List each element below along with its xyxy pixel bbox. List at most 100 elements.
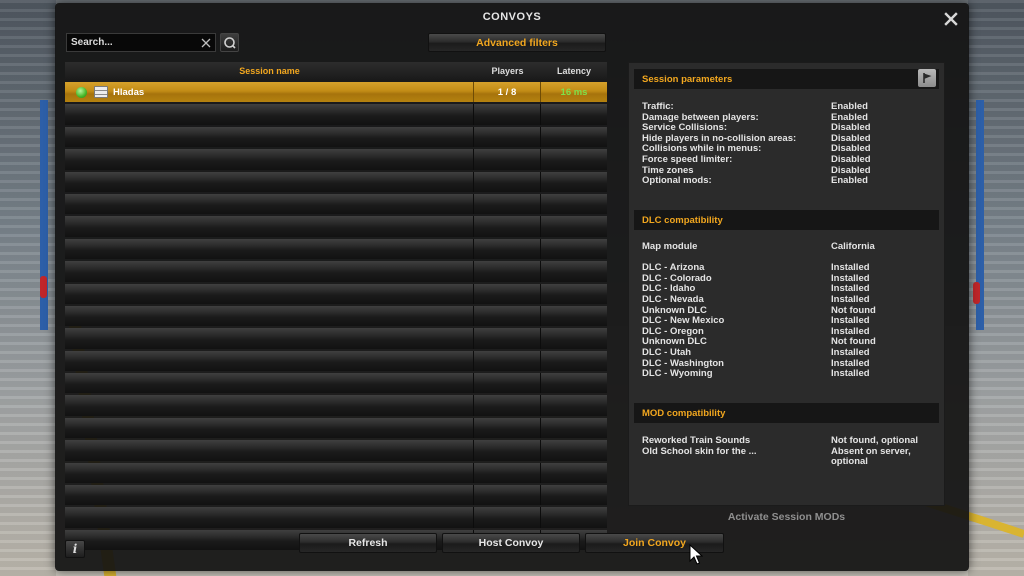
search-field[interactable] xyxy=(66,33,216,52)
report-button[interactable] xyxy=(918,69,936,87)
table-cell xyxy=(65,462,474,484)
table-cell xyxy=(541,328,607,348)
table-cell xyxy=(474,149,541,170)
status-online-icon xyxy=(76,86,87,98)
dlc-row-value: Installed xyxy=(831,293,870,305)
table-cell xyxy=(65,440,474,461)
table-cell xyxy=(541,239,607,259)
refresh-button[interactable]: Refresh xyxy=(299,533,437,553)
table-cell xyxy=(474,305,541,327)
table-cell xyxy=(541,149,607,169)
table-cell xyxy=(474,216,541,237)
table-cell xyxy=(65,350,474,372)
map-module-label: Map module xyxy=(642,241,698,252)
parameter-row: Traffic: Enabled xyxy=(642,101,937,113)
dialog-title: CONVOYS xyxy=(482,11,542,23)
table-cell xyxy=(541,284,607,304)
sessions-table: Hladas 1 / 8 16 ms xyxy=(65,82,607,552)
column-header-players[interactable]: Players xyxy=(474,62,541,80)
dlc-compatibility-list: Map module California DLC - Arizona Insta… xyxy=(642,241,937,380)
clear-icon[interactable] xyxy=(200,37,212,49)
table-cell xyxy=(65,104,474,125)
sessions-table-header: Session name Players Latency xyxy=(65,62,607,80)
table-cell xyxy=(541,395,607,415)
join-convoy-button[interactable]: Join Convoy xyxy=(585,533,724,553)
activate-session-mods-button[interactable]: Activate Session MODs xyxy=(628,511,945,523)
table-row-selected[interactable]: Hladas 1 / 8 16 ms xyxy=(65,82,607,103)
table-cell xyxy=(541,172,607,192)
table-cell xyxy=(474,507,541,528)
table-cell xyxy=(65,283,474,304)
column-header-session-name[interactable]: Session name xyxy=(65,62,474,80)
parameter-row-label: Traffic: xyxy=(642,101,674,112)
table-cell xyxy=(541,194,607,214)
table-cell xyxy=(65,238,474,260)
mod-row-value: Not found, optional xyxy=(831,435,919,446)
server-icon xyxy=(94,86,108,99)
dlc-row-label: DLC - Utah xyxy=(642,346,692,358)
dlc-row-value: Installed xyxy=(831,346,870,358)
table-cell xyxy=(541,418,607,438)
table-row-empty xyxy=(65,126,607,148)
host-convoy-button[interactable]: Host Convoy xyxy=(442,533,580,553)
column-header-latency[interactable]: Latency xyxy=(541,62,607,80)
table-row-empty xyxy=(65,283,607,304)
convoys-dialog: CONVOYS Advanced filters Session name Pl… xyxy=(55,3,969,571)
table-cell xyxy=(474,126,541,148)
table-cell xyxy=(474,328,541,349)
table-cell xyxy=(474,440,541,461)
table-row-empty xyxy=(65,238,607,260)
table-cell xyxy=(65,328,474,349)
dlc-row: DLC - Nevada Installed xyxy=(642,293,937,306)
parameter-row-value: Enabled xyxy=(831,175,868,187)
info-button[interactable]: i xyxy=(65,540,85,558)
parameter-row: Force speed limiter: Disabled xyxy=(642,154,937,166)
table-cell xyxy=(65,261,474,282)
session-latency: 16 ms xyxy=(560,86,588,98)
table-cell xyxy=(65,216,474,237)
table-cell xyxy=(541,507,607,527)
dlc-row-label: DLC - Nevada xyxy=(642,293,704,305)
mod-row: Reworked Train Sounds Not found, optional xyxy=(642,435,937,447)
table-cell xyxy=(474,417,541,439)
table-cell xyxy=(65,126,474,148)
table-cell xyxy=(541,104,607,124)
mod-compatibility-list: Reworked Train Sounds Not found, optional… xyxy=(642,435,937,468)
table-row-empty xyxy=(65,104,607,125)
parameter-row: Optional mods: Enabled xyxy=(642,176,937,187)
flag-icon xyxy=(922,73,931,83)
table-row-empty xyxy=(65,171,607,192)
table-row-empty xyxy=(65,507,607,528)
mod-row: Old School skin for the ... Absent on ser… xyxy=(642,446,937,468)
section-dlc-compatibility: DLC compatibility xyxy=(634,210,939,230)
table-cell xyxy=(541,351,607,371)
fire-extinguisher-icon xyxy=(973,282,980,304)
session-name-cell: Hladas xyxy=(65,82,474,103)
table-cell xyxy=(474,104,541,125)
table-cell xyxy=(474,373,541,394)
table-cell xyxy=(474,261,541,282)
table-cell xyxy=(541,485,607,505)
table-cell xyxy=(474,238,541,260)
table-cell xyxy=(65,507,474,528)
search-input[interactable] xyxy=(71,37,201,48)
table-cell xyxy=(65,149,474,170)
search-button[interactable] xyxy=(220,33,239,52)
session-parameters-list: Traffic: Enabled Damage between players: En… xyxy=(642,101,937,187)
info-icon: i xyxy=(72,542,78,556)
table-cell xyxy=(474,283,541,304)
table-row-empty xyxy=(65,395,607,416)
table-cell xyxy=(541,440,607,460)
parameter-row-value: Enabled xyxy=(831,101,868,112)
table-cell xyxy=(541,306,607,326)
session-name: Hladas xyxy=(113,86,145,98)
dlc-row-value: Installed xyxy=(831,368,870,380)
section-mod-compatibility: MOD compatibility xyxy=(634,403,939,423)
close-button[interactable] xyxy=(943,11,959,27)
advanced-filters-button[interactable]: Advanced filters xyxy=(428,33,606,52)
table-row-empty xyxy=(65,440,607,461)
table-cell xyxy=(65,485,474,506)
mod-row-label: Reworked Train Sounds xyxy=(642,435,751,446)
table-row-empty xyxy=(65,462,607,484)
table-cell xyxy=(474,485,541,506)
